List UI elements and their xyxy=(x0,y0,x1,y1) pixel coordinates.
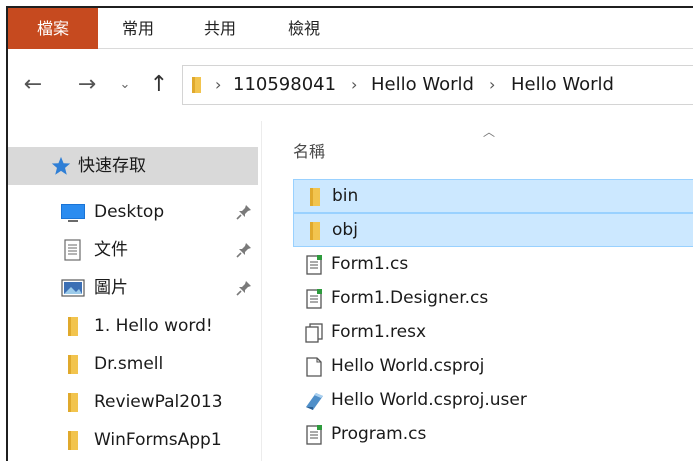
file-row-hello-world-csproj[interactable]: Hello World.csproj xyxy=(293,350,693,384)
tab-file[interactable]: 檔案 xyxy=(8,8,98,49)
sidebar-item-label: 快速存取 xyxy=(78,156,146,176)
navigation-pane: 快速存取 Desktop 文件 圖片 1. Hello word! Dr.sme… xyxy=(8,121,262,461)
file-name: Form1.Designer.cs xyxy=(331,288,489,308)
tab-share[interactable]: 共用 xyxy=(196,8,244,49)
sort-ascending-icon: ︿ xyxy=(483,125,496,139)
blank-file-icon xyxy=(306,357,322,377)
file-row-hello-world-csproj-user[interactable]: Hello World.csproj.user xyxy=(293,384,693,418)
sidebar-item-winformsapp1[interactable]: WinFormsApp1 xyxy=(8,421,258,459)
file-row-obj[interactable]: obj xyxy=(293,213,693,247)
ribbon-tabs: 檔案 常用 共用 檢視 xyxy=(8,8,693,49)
sidebar-item-label: 文件 xyxy=(94,240,128,260)
file-name: obj xyxy=(332,220,358,240)
pin-icon[interactable] xyxy=(236,204,252,220)
forward-button[interactable]: → xyxy=(72,70,102,100)
file-name: Program.cs xyxy=(331,424,427,444)
sidebar-item-dr-smell[interactable]: Dr.smell xyxy=(8,345,258,383)
folder-icon xyxy=(310,188,320,206)
document-icon xyxy=(64,239,81,261)
folder-icon xyxy=(68,317,78,336)
file-row-program-cs[interactable]: Program.cs xyxy=(293,418,693,452)
column-header-name[interactable]: ︿ 名稱 xyxy=(293,121,693,171)
sidebar-item-documents[interactable]: 文件 xyxy=(8,231,258,269)
sidebar-item-label: ReviewPal2013 xyxy=(94,392,223,412)
file-explorer-window: 檔案 常用 共用 檢視 ← → ⌄ ↑ › 110598041 › Hello … xyxy=(6,6,693,461)
sidebar-item-reviewpal2013[interactable]: ReviewPal2013 xyxy=(8,383,258,421)
sidebar-item-desktop[interactable]: Desktop xyxy=(8,193,258,231)
address-row: ← → ⌄ ↑ › 110598041 › Hello World › Hell… xyxy=(8,50,693,120)
sidebar-item-quick-access[interactable]: 快速存取 xyxy=(8,147,258,185)
sidebar-item-label: 1. Hello word! xyxy=(94,316,213,336)
folder-icon xyxy=(68,431,78,450)
resx-file-icon xyxy=(305,323,323,343)
file-row-form1-cs[interactable]: Form1.cs xyxy=(293,248,693,282)
sidebar-item-label: 圖片 xyxy=(94,278,128,298)
cs-file-icon xyxy=(306,425,322,445)
arrow-up-icon: ↑ xyxy=(149,72,169,97)
tab-home[interactable]: 常用 xyxy=(114,8,162,49)
breadcrumb-hello-world-1[interactable]: Hello World xyxy=(371,66,474,104)
back-button[interactable]: ← xyxy=(18,70,48,100)
pin-icon[interactable] xyxy=(236,242,252,258)
chevron-right-icon: › xyxy=(215,75,222,94)
arrow-right-icon: → xyxy=(77,72,97,97)
folder-icon xyxy=(192,77,201,93)
recent-locations-button[interactable]: ⌄ xyxy=(116,70,134,100)
column-header-label: 名稱 xyxy=(293,142,326,161)
folder-icon xyxy=(68,355,78,374)
chevron-right-icon: › xyxy=(489,75,496,94)
star-icon xyxy=(51,156,71,175)
file-row-bin[interactable]: bin xyxy=(293,179,693,213)
file-name: Hello World.csproj.user xyxy=(331,390,527,410)
file-row-form1-designer-cs[interactable]: Form1.Designer.cs xyxy=(293,282,693,316)
breadcrumb-110598041[interactable]: 110598041 xyxy=(233,66,336,104)
tab-view[interactable]: 檢視 xyxy=(280,8,328,49)
chevron-down-icon: ⌄ xyxy=(119,77,131,92)
pin-icon[interactable] xyxy=(236,280,252,296)
sidebar-item-hello-word[interactable]: 1. Hello word! xyxy=(8,307,258,345)
sidebar-item-label: Desktop xyxy=(94,202,165,222)
sidebar-item-label: Dr.smell xyxy=(94,354,164,374)
breadcrumb-hello-world-2[interactable]: Hello World xyxy=(511,66,614,104)
file-row-form1-resx[interactable]: Form1.resx xyxy=(293,316,693,350)
folder-icon xyxy=(310,222,320,240)
file-name: bin xyxy=(332,186,359,206)
chevron-right-icon: › xyxy=(351,75,358,94)
desktop-icon xyxy=(61,204,85,222)
sidebar-item-label: WinFormsApp1 xyxy=(94,430,222,450)
sidebar-item-pictures[interactable]: 圖片 xyxy=(8,269,258,307)
folder-icon xyxy=(68,393,78,412)
address-bar[interactable]: › 110598041 › Hello World › Hello World xyxy=(182,65,693,105)
up-button[interactable]: ↑ xyxy=(146,70,172,100)
cs-file-icon xyxy=(306,289,322,309)
arrow-left-icon: ← xyxy=(23,72,43,97)
user-file-icon xyxy=(306,393,323,410)
file-list: ︿ 名稱 bin obj Form1.cs Form1.Designer.cs … xyxy=(263,121,693,461)
file-name: Form1.resx xyxy=(331,322,427,342)
file-name: Form1.cs xyxy=(331,254,409,274)
file-name: Hello World.csproj xyxy=(331,356,485,376)
picture-icon xyxy=(61,279,85,297)
cs-file-icon xyxy=(306,255,322,275)
